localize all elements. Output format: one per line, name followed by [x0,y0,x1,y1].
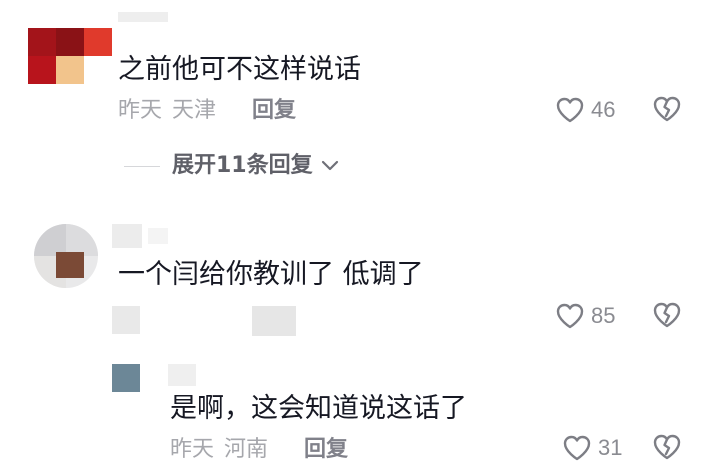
expand-replies-button[interactable]: 展开11条回复 [124,151,339,181]
like-button[interactable]: 31 [562,433,622,463]
username-blurred[interactable] [112,224,142,248]
avatar[interactable] [34,224,98,288]
reply-blurred[interactable] [252,306,296,336]
username-blurred[interactable] [118,12,168,22]
broken-heart-icon [652,95,682,123]
divider [124,165,160,167]
heart-icon [562,434,592,462]
dislike-button[interactable] [652,433,682,461]
username-blurred[interactable] [168,364,196,386]
comment-date: 昨天 [118,98,163,123]
comment-location: 天津 [172,98,217,123]
meta-blurred [112,306,140,334]
heart-icon [555,96,585,124]
reply-button[interactable]: 回复 [304,436,348,464]
heart-icon [555,302,585,330]
broken-heart-icon [652,301,682,329]
reply-button[interactable]: 回复 [252,97,296,125]
comment-text: 是啊，这会知道说这话了 [170,393,467,424]
like-button[interactable]: 46 [555,95,615,125]
comment-location: 河南 [224,437,269,462]
avatar[interactable] [112,364,140,392]
expand-replies-label: 展开11条回复 [172,153,313,178]
blur-block [148,228,168,244]
avatar[interactable] [28,28,112,84]
comment-date: 昨天 [170,437,215,462]
dislike-button[interactable] [652,301,682,329]
like-count: 46 [591,97,616,122]
broken-heart-icon [652,433,682,461]
comment-text: 之前他可不这样说话 [118,54,361,85]
dislike-button[interactable] [652,95,682,123]
like-count: 85 [591,303,616,328]
like-button[interactable]: 85 [555,301,615,331]
comment-text: 一个闫给你教训了 低调了 [118,259,424,290]
chevron-down-icon [321,160,339,172]
like-count: 31 [598,435,623,460]
